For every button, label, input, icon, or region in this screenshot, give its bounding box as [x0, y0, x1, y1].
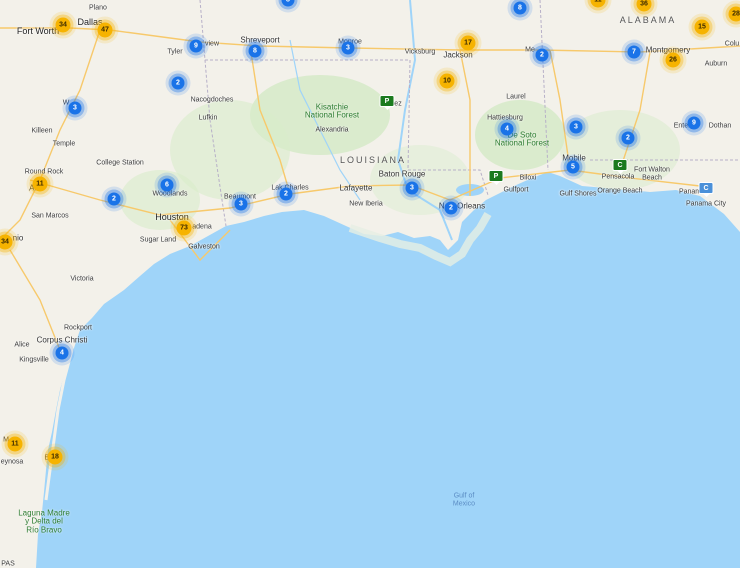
marker-cluster[interactable]: 10: [439, 73, 455, 89]
map-basemap: [0, 0, 740, 568]
poi-marker-kisatchie[interactable]: P: [379, 95, 395, 107]
marker-cluster[interactable]: 11: [7, 436, 23, 452]
marker-cluster[interactable]: 9: [687, 116, 701, 130]
marker-cluster[interactable]: 3: [68, 101, 82, 115]
marker-cluster[interactable]: 7: [627, 45, 641, 59]
marker-cluster[interactable]: 2: [171, 76, 185, 90]
marker-cluster[interactable]: 8: [248, 44, 262, 58]
marker-cluster[interactable]: 6: [160, 178, 174, 192]
marker-cluster[interactable]: 17: [460, 35, 476, 51]
marker-cluster[interactable]: 4: [55, 346, 69, 360]
marker-cluster[interactable]: 2: [107, 192, 121, 206]
poi-marker-panama[interactable]: C: [698, 182, 714, 194]
marker-cluster[interactable]: 3: [405, 181, 419, 195]
marker-cluster[interactable]: 8: [513, 1, 527, 15]
poi-marker-pensacola[interactable]: C: [612, 159, 628, 171]
marker-cluster[interactable]: 5: [566, 160, 580, 174]
marker-cluster[interactable]: 47: [97, 22, 113, 38]
poi-marker-gulfport[interactable]: P: [488, 170, 504, 182]
marker-cluster[interactable]: 9: [189, 39, 203, 53]
marker-cluster[interactable]: 15: [694, 19, 710, 35]
marker-cluster[interactable]: 3: [569, 120, 583, 134]
marker-cluster[interactable]: 28: [728, 6, 740, 22]
marker-cluster[interactable]: 2: [621, 131, 635, 145]
marker-cluster[interactable]: 34: [55, 17, 71, 33]
marker-cluster[interactable]: 3: [234, 197, 248, 211]
marker-cluster[interactable]: 2: [444, 201, 458, 215]
marker-cluster[interactable]: 73: [176, 220, 192, 236]
marker-cluster[interactable]: 18: [47, 449, 63, 465]
marker-cluster[interactable]: 4: [500, 122, 514, 136]
marker-cluster[interactable]: 26: [665, 52, 681, 68]
marker-cluster[interactable]: 2: [279, 187, 293, 201]
marker-cluster[interactable]: 3: [341, 41, 355, 55]
marker-cluster[interactable]: 2: [535, 48, 549, 62]
marker-cluster[interactable]: 11: [32, 176, 48, 192]
map-canvas[interactable]: LOUISIANA ALABAMA Kisatchie National Forest…: [0, 0, 740, 568]
